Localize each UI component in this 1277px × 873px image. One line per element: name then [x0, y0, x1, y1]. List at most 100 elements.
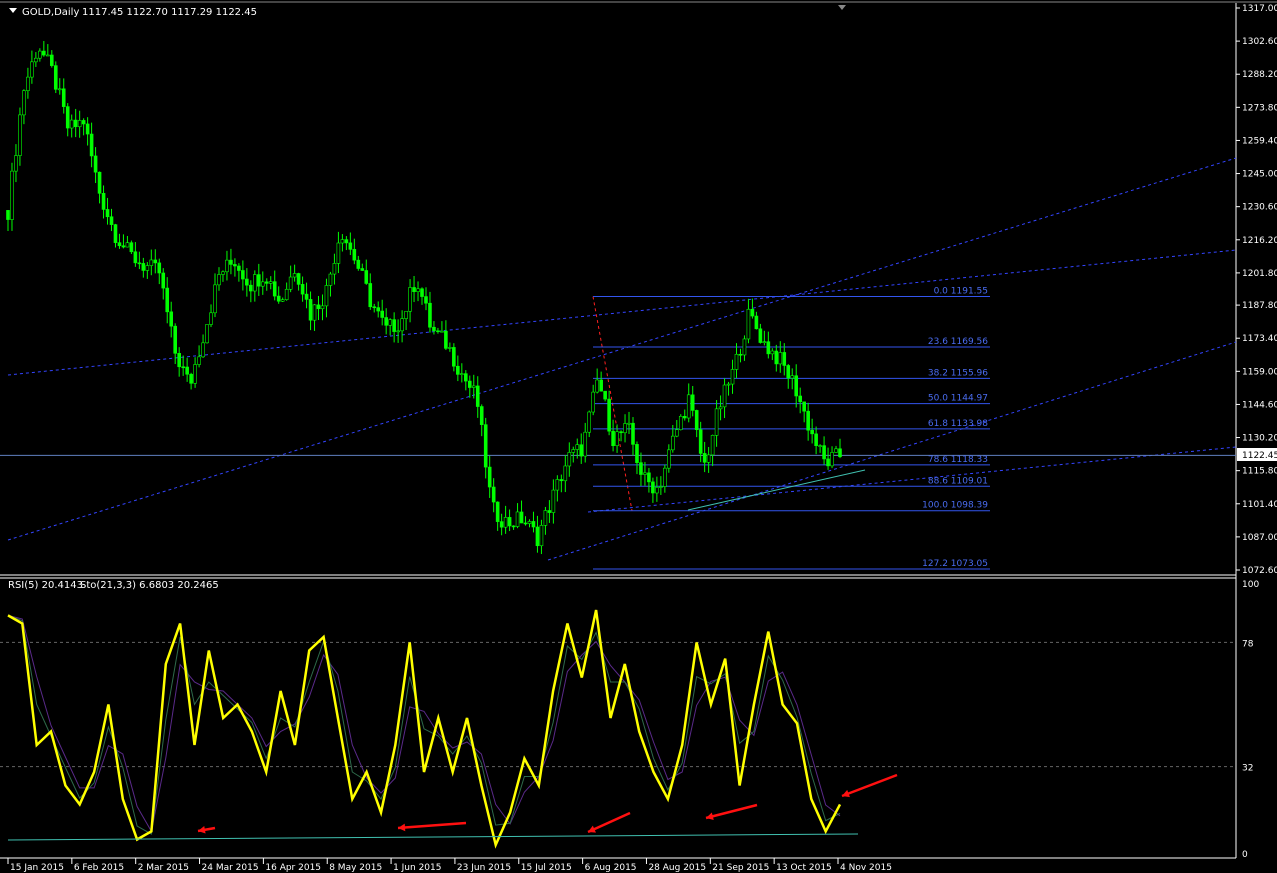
- candle-body: [364, 270, 369, 284]
- candle-body: [237, 265, 241, 271]
- indicator-tick-label: 100: [1242, 580, 1259, 590]
- candle-body: [201, 342, 205, 358]
- candle-body: [639, 462, 643, 475]
- candle-body: [69, 119, 74, 129]
- candle-body: [559, 479, 564, 482]
- candle-body: [571, 449, 576, 453]
- candle-body: [30, 61, 34, 78]
- candle-body: [714, 408, 719, 436]
- candle-body: [245, 278, 249, 286]
- indicator-tick-label: 0: [1242, 850, 1248, 860]
- candle-body: [161, 272, 166, 289]
- candle-body: [352, 249, 357, 261]
- candle-body: [376, 307, 381, 312]
- candle-body: [830, 452, 834, 467]
- candle-body: [65, 106, 70, 129]
- candle-body: [117, 242, 122, 247]
- candle-body: [332, 263, 337, 275]
- candle-body: [762, 341, 767, 343]
- candle-body: [463, 373, 468, 382]
- fib-level-label: 100.0 1098.39: [922, 501, 988, 511]
- candle-body: [686, 394, 691, 419]
- candle-body: [444, 330, 448, 349]
- price-tick-label: 1216.20: [1242, 236, 1277, 246]
- candle-body: [746, 308, 751, 340]
- candle-body: [61, 88, 66, 107]
- candle-body: [205, 324, 209, 344]
- candle-body: [133, 251, 138, 264]
- date-tick-label: 24 Mar 2015: [202, 863, 259, 873]
- candle-body: [396, 330, 400, 333]
- date-tick-label: 2 Mar 2015: [138, 863, 189, 873]
- candle-body: [165, 287, 170, 313]
- candle-body: [456, 365, 460, 375]
- candle-body: [412, 287, 416, 292]
- candle-body: [416, 288, 420, 292]
- candle-body: [678, 416, 683, 431]
- candle-body: [109, 216, 114, 225]
- candle-body: [388, 319, 392, 326]
- candle-body: [173, 325, 177, 354]
- candle-body: [782, 352, 787, 366]
- candle-body: [694, 410, 699, 431]
- candle-body: [368, 283, 373, 308]
- candle-body: [185, 366, 189, 375]
- price-tick-label: 1317.00: [1242, 4, 1277, 14]
- price-tick-label: 1173.40: [1242, 334, 1277, 344]
- candle-body: [272, 281, 277, 297]
- candle-body: [324, 285, 329, 307]
- candle-body: [607, 398, 611, 432]
- candle-body: [348, 242, 353, 250]
- candle-body: [18, 114, 22, 156]
- candle-body: [826, 458, 830, 467]
- candle-body: [527, 521, 532, 524]
- candle-body: [495, 501, 500, 522]
- fib-level-label: 0.0 1191.55: [934, 286, 988, 296]
- candle-body: [702, 453, 707, 463]
- candle-body: [682, 416, 687, 419]
- candle-body: [145, 265, 150, 271]
- candle-body: [603, 390, 607, 400]
- candle-body: [615, 431, 619, 447]
- candle-body: [575, 444, 580, 450]
- candle-body: [49, 54, 54, 66]
- candle-body: [89, 133, 94, 157]
- fib-level-label: 127.2 1073.05: [922, 559, 988, 569]
- candle-body: [555, 479, 560, 491]
- candle-body: [97, 171, 102, 194]
- candle-body: [475, 385, 480, 407]
- candle-body: [53, 65, 58, 90]
- candle-body: [786, 365, 791, 379]
- candle-body: [256, 274, 261, 287]
- candle-body: [507, 517, 512, 527]
- candle-body: [698, 429, 703, 454]
- candle-body: [491, 486, 496, 503]
- price-tick-label: 1130.20: [1242, 434, 1277, 444]
- candle-body: [316, 304, 321, 310]
- candle-body: [471, 385, 476, 388]
- candle-body: [304, 293, 309, 300]
- candle-body: [300, 284, 305, 295]
- candle-body: [392, 319, 396, 332]
- candle-body: [452, 347, 456, 367]
- indicator-tick-label: 32: [1242, 764, 1253, 774]
- candle-body: [225, 259, 229, 273]
- date-tick-label: 1 Jun 2015: [393, 863, 441, 873]
- candle-body: [806, 410, 810, 431]
- date-tick-label: 6 Feb 2015: [74, 863, 124, 873]
- candle-body: [233, 264, 237, 267]
- candle-body: [794, 375, 799, 397]
- candle-body: [519, 511, 524, 524]
- symbol-label: GOLD,Daily: [22, 7, 79, 18]
- candle-body: [467, 380, 472, 388]
- candle-body: [591, 391, 595, 413]
- candle-body: [356, 259, 361, 269]
- candle-body: [26, 76, 30, 91]
- ohlc-values: 1117.45 1122.70 1117.29 1122.45: [82, 7, 257, 18]
- candle-body: [73, 119, 78, 128]
- candle-body: [742, 338, 747, 356]
- price-tick-label: 1273.80: [1242, 103, 1277, 113]
- candle-body: [264, 281, 269, 284]
- candle-body: [169, 311, 174, 327]
- candle-body: [722, 384, 727, 408]
